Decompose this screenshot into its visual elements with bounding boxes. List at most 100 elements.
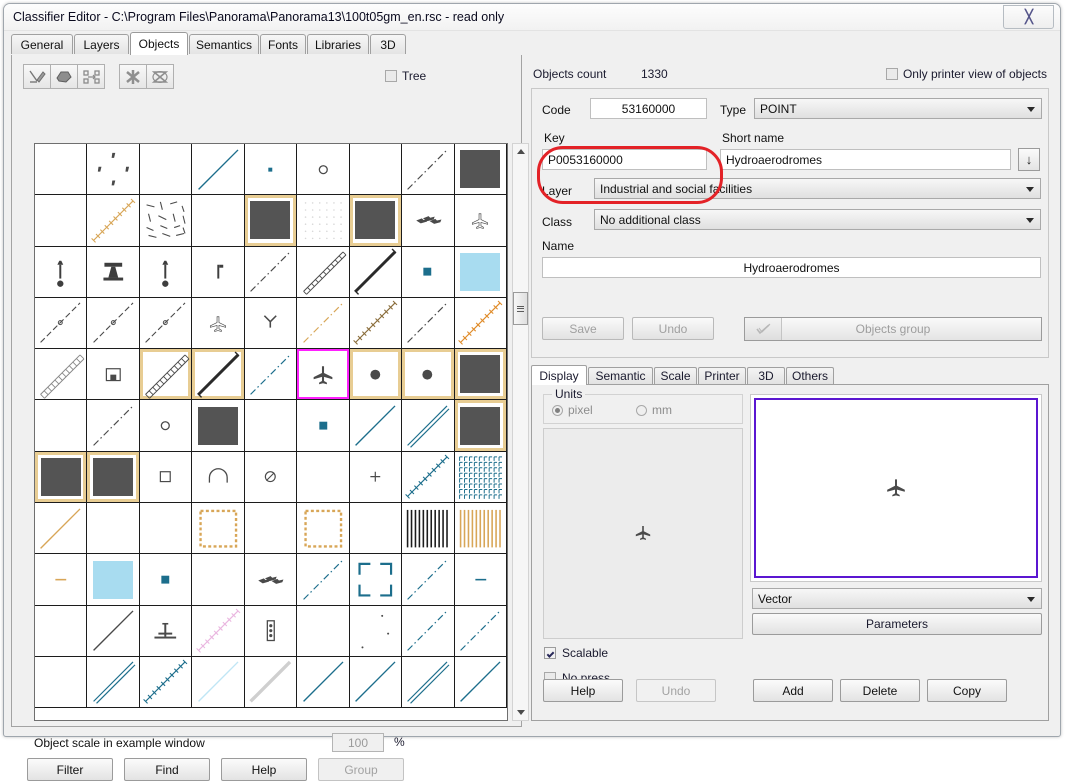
delete-button[interactable]: Delete: [840, 679, 920, 702]
symbol-cell[interactable]: [244, 246, 298, 298]
scalable-checkbox-box[interactable]: [544, 647, 556, 659]
layer-select[interactable]: Industrial and social facilities: [594, 178, 1041, 199]
symbol-cell[interactable]: [139, 554, 193, 606]
short-name-dropdown-button[interactable]: ↓: [1018, 148, 1040, 171]
symbol-cell[interactable]: [297, 195, 350, 247]
symbol-cell[interactable]: [35, 554, 88, 606]
tab-fonts[interactable]: Fonts: [260, 34, 306, 54]
symbol-cell[interactable]: [349, 605, 403, 657]
symbol-cell[interactable]: [454, 195, 507, 247]
symbol-cell[interactable]: [192, 246, 245, 298]
symbol-cell[interactable]: [454, 297, 507, 350]
subtab-3d[interactable]: 3D: [747, 367, 785, 384]
symbol-cell[interactable]: [402, 297, 455, 350]
symbol-cell[interactable]: [192, 195, 245, 247]
symbol-cell[interactable]: [402, 451, 455, 504]
align-objects-icon-button[interactable]: [77, 64, 105, 89]
symbol-cell[interactable]: [297, 656, 350, 709]
tab-3d[interactable]: 3D: [370, 34, 406, 54]
symbol-cell[interactable]: [454, 400, 507, 452]
symbol-cell[interactable]: [297, 400, 350, 452]
key-input[interactable]: P0053160000: [542, 149, 707, 170]
subtab-semantic[interactable]: Semantic: [588, 367, 653, 384]
tab-objects[interactable]: Objects: [130, 32, 188, 55]
symbol-cell[interactable]: [297, 246, 350, 298]
symbol-cell[interactable]: [35, 400, 88, 452]
printer-view-checkbox[interactable]: Only printer view of objects: [885, 67, 1047, 81]
symbol-cell[interactable]: [297, 605, 350, 657]
filter-button[interactable]: Filter: [27, 758, 113, 781]
symbol-cell[interactable]: [454, 605, 507, 657]
symbol-cell[interactable]: [454, 451, 507, 504]
short-name-input[interactable]: Hydroaerodromes: [720, 149, 1011, 170]
tree-checkbox[interactable]: Tree: [385, 69, 426, 83]
symbol-cell[interactable]: [402, 400, 455, 452]
symbol-cell[interactable]: [87, 246, 140, 298]
symbol-cell[interactable]: [454, 656, 507, 709]
vector-type-select[interactable]: Vector: [752, 588, 1042, 609]
symbol-cell[interactable]: [297, 297, 350, 350]
symbol-cell[interactable]: [192, 656, 245, 709]
parameters-button[interactable]: Parameters: [752, 613, 1042, 635]
subtab-display[interactable]: Display: [531, 365, 587, 385]
symbol-cell[interactable]: [349, 656, 403, 709]
symbol-cell[interactable]: [349, 195, 403, 247]
symbol-cell[interactable]: [244, 554, 298, 606]
symbol-cell[interactable]: [297, 503, 350, 555]
symbol-grid[interactable]: [34, 143, 508, 721]
symbol-cell[interactable]: [87, 605, 140, 657]
symbol-cell[interactable]: [402, 605, 455, 657]
add-button[interactable]: Add: [753, 679, 833, 702]
class-select[interactable]: No additional class: [594, 209, 1041, 230]
symbol-cell[interactable]: [87, 144, 140, 196]
symbol-cell[interactable]: [35, 144, 88, 196]
symbol-cell[interactable]: [402, 656, 455, 709]
find-button[interactable]: Find: [124, 758, 210, 781]
symbol-cell[interactable]: [454, 503, 507, 555]
symbol-cell[interactable]: [454, 554, 507, 606]
symbol-cell[interactable]: [297, 349, 350, 401]
symbol-cell[interactable]: [349, 554, 403, 606]
help-button[interactable]: Help: [543, 679, 623, 702]
subtab-printer[interactable]: Printer: [698, 367, 746, 384]
code-input[interactable]: 53160000: [590, 98, 707, 119]
symbol-cell[interactable]: [139, 605, 193, 657]
symbol-cell[interactable]: [244, 144, 298, 196]
subtab-scale[interactable]: Scale: [654, 367, 697, 384]
symbol-cell[interactable]: [87, 349, 140, 401]
symbol-cell[interactable]: [244, 503, 298, 555]
symbol-cell[interactable]: [35, 503, 88, 555]
object-scale-input[interactable]: 100: [332, 733, 384, 752]
name-input[interactable]: Hydroaerodromes: [542, 257, 1041, 278]
delete-all-icon-button[interactable]: [119, 64, 147, 89]
symbol-cell[interactable]: [139, 349, 193, 401]
symbol-cell[interactable]: [35, 656, 88, 709]
symbol-cell[interactable]: [349, 144, 403, 196]
symbol-cell[interactable]: [244, 656, 298, 709]
symbol-cell[interactable]: [192, 503, 245, 555]
symbol-cell[interactable]: [139, 297, 193, 350]
symbol-cell[interactable]: [139, 451, 193, 504]
symbol-cell[interactable]: [297, 554, 350, 606]
symbol-cell[interactable]: [297, 144, 350, 196]
symbol-cell[interactable]: [35, 451, 88, 504]
symbol-cell[interactable]: [402, 144, 455, 196]
symbol-cell[interactable]: [402, 246, 455, 298]
symbol-cell[interactable]: [87, 400, 140, 452]
symbol-cell[interactable]: [454, 349, 507, 401]
symbol-cell[interactable]: [139, 400, 193, 452]
symbol-cell[interactable]: [349, 400, 403, 452]
copy-button[interactable]: Copy: [927, 679, 1007, 702]
symbol-cell[interactable]: [35, 246, 88, 298]
printer-view-checkbox-box[interactable]: [885, 68, 898, 80]
symbol-cell[interactable]: [244, 451, 298, 504]
symbol-cell[interactable]: [192, 451, 245, 504]
symbol-cell[interactable]: [349, 349, 403, 401]
symbol-cell[interactable]: [192, 349, 245, 401]
polygon-icon-button[interactable]: [50, 64, 78, 89]
symbol-cell[interactable]: [87, 554, 140, 606]
symbol-cell[interactable]: [244, 349, 298, 401]
symbol-cell[interactable]: [349, 297, 403, 350]
symbol-cell[interactable]: [244, 297, 298, 350]
close-button[interactable]: ╳: [1003, 5, 1054, 29]
